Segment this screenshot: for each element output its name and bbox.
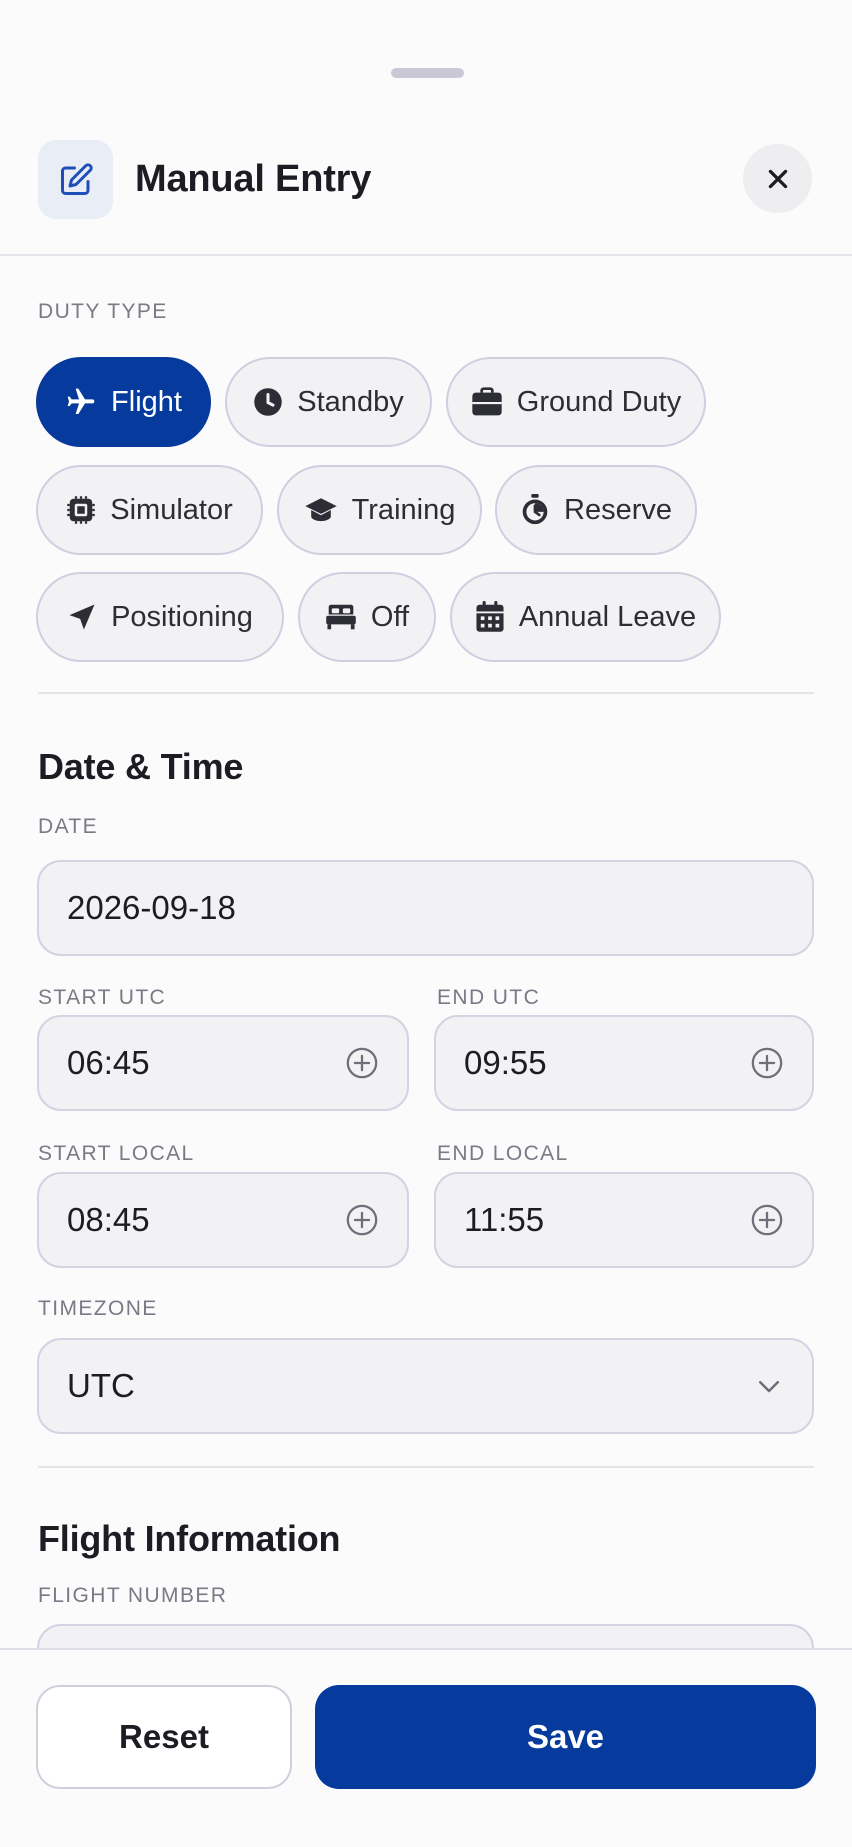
chevron-down-icon bbox=[754, 1371, 784, 1401]
end-local-label: END LOCAL bbox=[437, 1142, 569, 1165]
date-value: 2026-09-18 bbox=[67, 889, 236, 926]
flight-info-section-title: Flight Information bbox=[38, 1518, 341, 1559]
duty-chip-label: Off bbox=[370, 600, 410, 633]
start-local-value: 08:45 bbox=[67, 1201, 150, 1238]
start-utc-value: 06:45 bbox=[67, 1044, 150, 1081]
manual-entry-sheet: Manual Entry DUTY TYPE Flight Standby Gr… bbox=[0, 0, 852, 1847]
duty-chip-annual-leave[interactable]: Annual Leave bbox=[450, 572, 721, 662]
calendar-icon bbox=[476, 601, 504, 632]
close-button[interactable] bbox=[743, 144, 812, 213]
timezone-value: UTC bbox=[67, 1367, 135, 1404]
duty-chip-label: Training bbox=[351, 493, 456, 526]
duty-chip-label: Simulator bbox=[110, 493, 233, 526]
start-utc-field[interactable]: 06:45 bbox=[37, 1015, 409, 1111]
duty-chip-training[interactable]: Training bbox=[277, 465, 482, 555]
duty-chip-label: Reserve bbox=[564, 493, 672, 526]
section-divider bbox=[38, 1466, 814, 1468]
end-local-add-button[interactable] bbox=[750, 1203, 784, 1237]
timezone-label: TIMEZONE bbox=[38, 1297, 158, 1320]
plus-circle-icon bbox=[346, 1047, 378, 1079]
clock-icon bbox=[254, 388, 283, 416]
sheet-grabber-handle[interactable] bbox=[391, 68, 464, 78]
edit-icon bbox=[60, 162, 93, 195]
plus-circle-icon bbox=[751, 1204, 783, 1236]
page-title: Manual Entry bbox=[135, 158, 372, 200]
flight-number-label: FLIGHT NUMBER bbox=[38, 1584, 228, 1607]
duty-chip-label: Standby bbox=[297, 385, 404, 418]
duty-chip-label: Positioning bbox=[111, 600, 253, 633]
header-divider bbox=[0, 254, 852, 256]
sheet-footer: Reset Save bbox=[0, 1648, 852, 1847]
duty-chip-flight[interactable]: Flight bbox=[36, 357, 211, 447]
stopwatch-icon bbox=[522, 494, 548, 525]
duty-chip-label: Annual Leave bbox=[518, 600, 697, 633]
duty-type-label: DUTY TYPE bbox=[38, 300, 168, 323]
chip-icon bbox=[67, 496, 95, 524]
reset-button[interactable]: Reset bbox=[36, 1685, 292, 1789]
duty-chip-reserve[interactable]: Reserve bbox=[495, 465, 697, 555]
sheet-header: Manual Entry bbox=[0, 140, 852, 256]
save-button[interactable]: Save bbox=[315, 1685, 816, 1789]
date-field[interactable]: 2026-09-18 bbox=[37, 860, 814, 956]
date-label: DATE bbox=[38, 815, 99, 838]
start-utc-add-button[interactable] bbox=[345, 1046, 379, 1080]
briefcase-icon bbox=[472, 387, 502, 416]
start-local-add-button[interactable] bbox=[345, 1203, 379, 1237]
bed-icon bbox=[326, 604, 356, 630]
duty-chip-label: Flight bbox=[111, 385, 182, 418]
start-utc-label: START UTC bbox=[38, 986, 167, 1009]
end-local-value: 11:55 bbox=[464, 1201, 545, 1238]
date-time-section-title: Date & Time bbox=[38, 746, 244, 787]
end-utc-value: 09:55 bbox=[464, 1044, 547, 1081]
graduation-cap-icon bbox=[304, 498, 337, 522]
close-icon bbox=[768, 169, 787, 188]
duty-chip-standby[interactable]: Standby bbox=[225, 357, 432, 447]
end-utc-label: END UTC bbox=[437, 986, 541, 1009]
start-local-label: START LOCAL bbox=[38, 1142, 195, 1165]
end-local-field[interactable]: 11:55 bbox=[434, 1172, 814, 1268]
start-local-field[interactable]: 08:45 bbox=[37, 1172, 409, 1268]
duty-chip-label: Ground Duty bbox=[516, 385, 682, 418]
end-utc-add-button[interactable] bbox=[750, 1046, 784, 1080]
edit-icon-badge bbox=[38, 140, 113, 219]
plus-circle-icon bbox=[751, 1047, 783, 1079]
duty-chip-off[interactable]: Off bbox=[298, 572, 436, 662]
end-utc-field[interactable]: 09:55 bbox=[434, 1015, 814, 1111]
duty-chip-positioning[interactable]: Positioning bbox=[36, 572, 284, 662]
timezone-select[interactable]: UTC bbox=[37, 1338, 814, 1434]
section-divider bbox=[38, 692, 814, 694]
duty-chip-simulator[interactable]: Simulator bbox=[36, 465, 263, 555]
plus-circle-icon bbox=[346, 1204, 378, 1236]
airplane-icon bbox=[67, 388, 95, 414]
navigation-arrow-icon bbox=[69, 604, 95, 630]
duty-chip-ground-duty[interactable]: Ground Duty bbox=[446, 357, 706, 447]
